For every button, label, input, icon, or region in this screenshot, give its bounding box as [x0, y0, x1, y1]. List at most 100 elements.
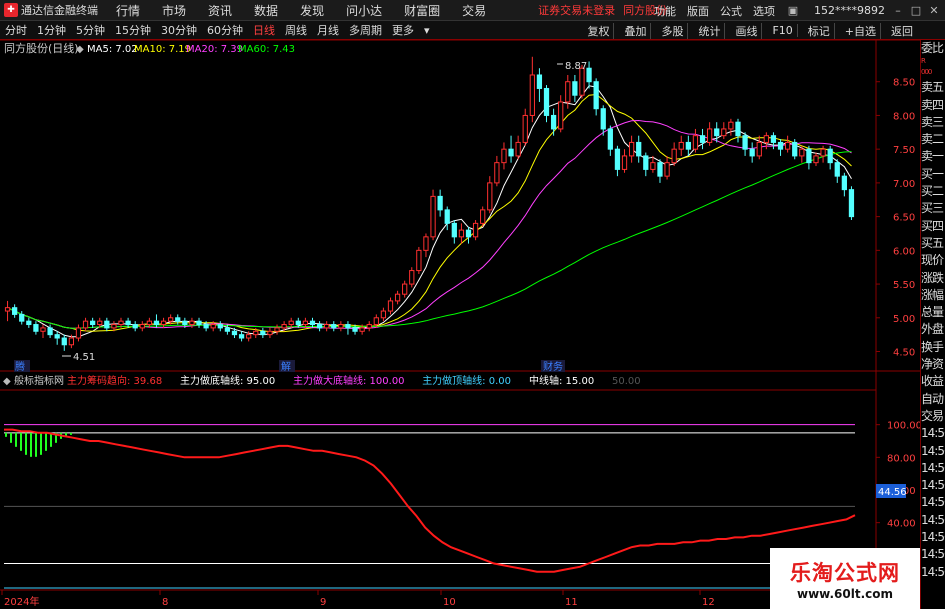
- event-marker-finance[interactable]: 财务: [543, 360, 563, 373]
- close-icon[interactable]: ✕: [927, 4, 941, 18]
- event-marker-tang[interactable]: 腾: [15, 360, 25, 373]
- candle-body: [706, 128, 713, 143]
- period-more[interactable]: 更多: [390, 22, 416, 38]
- candle-body: [260, 330, 266, 336]
- candle: [678, 135, 684, 156]
- ma5-line: [7, 85, 852, 338]
- candle-body: [806, 148, 812, 164]
- ma5-label: MA5: 7.02: [87, 44, 138, 55]
- menu-layout[interactable]: 版面: [687, 3, 709, 19]
- quote-lower-item: 14:56: [921, 460, 945, 475]
- candle: [508, 135, 514, 163]
- quote-lower-item: 14:56: [921, 530, 945, 545]
- candle-body: [636, 141, 642, 157]
- more-dropdown-icon[interactable]: ▾: [422, 24, 432, 37]
- indicator-legend-item: 中线轴: 15.00: [529, 374, 594, 387]
- candle-body: [685, 141, 691, 150]
- candle-body: [253, 330, 259, 336]
- event-marker-unlock[interactable]: 解: [281, 360, 291, 373]
- candle-body: [487, 182, 493, 211]
- tool-f10[interactable]: F10: [768, 24, 798, 37]
- candle-body: [735, 121, 741, 137]
- menu-formula[interactable]: 公式: [720, 3, 742, 19]
- tool-draw[interactable]: 画线: [731, 22, 763, 39]
- quote-small-label: 000: [921, 68, 932, 77]
- candle: [558, 95, 564, 133]
- period-30min[interactable]: 30分钟: [159, 22, 199, 38]
- period-weekly[interactable]: 周线: [283, 22, 309, 38]
- period-daily[interactable]: 日线: [251, 22, 277, 38]
- maximize-icon[interactable]: □: [909, 4, 923, 18]
- candle-body: [480, 209, 486, 224]
- indicator-trend-line: [4, 428, 856, 573]
- watermark-title: 乐淘公式网: [790, 560, 900, 585]
- candle: [366, 321, 372, 332]
- menu-options[interactable]: 选项: [753, 3, 775, 19]
- indicator-settings-icon[interactable]: ◆: [3, 376, 11, 387]
- tool-multistock[interactable]: 多股: [657, 22, 689, 39]
- period-multi[interactable]: 多周期: [347, 22, 384, 38]
- candle-body: [416, 249, 422, 272]
- period-1min[interactable]: 1分钟: [35, 22, 68, 38]
- candle-body: [210, 324, 216, 329]
- menu-trade[interactable]: 交易: [462, 2, 486, 19]
- candle: [260, 327, 266, 339]
- tool-adjust[interactable]: 复权: [583, 22, 615, 39]
- quote-label: 现价: [921, 253, 944, 268]
- menu-market[interactable]: 市场: [162, 2, 186, 19]
- candle-body: [550, 114, 557, 130]
- candle-body: [146, 320, 153, 326]
- candle-body: [111, 324, 117, 329]
- period-15min[interactable]: 15分钟: [113, 22, 153, 38]
- indicator-tick-label: 40.00: [887, 519, 916, 530]
- candle: [515, 135, 521, 160]
- tool-back[interactable]: 返回: [887, 23, 917, 39]
- menu-data[interactable]: 数据: [254, 2, 278, 19]
- menu-quotes[interactable]: 行情: [116, 2, 140, 19]
- broker-login-status[interactable]: 证券交易未登录: [538, 2, 615, 18]
- price-tick-label: 8.00: [893, 111, 915, 122]
- quote-label: 买三: [921, 201, 944, 216]
- period-60min[interactable]: 60分钟: [205, 22, 245, 38]
- candle-body: [813, 155, 819, 164]
- quote-label: 买四: [921, 218, 944, 233]
- chart-area[interactable]: 8.50 8.00 7.50 7.00 6.50 6.00 5.50 5.00 4.50 同方股…: [0, 40, 920, 609]
- period-intraday[interactable]: 分时: [3, 22, 29, 38]
- price-tick-label: 6.50: [893, 213, 915, 224]
- candle-body: [231, 330, 238, 336]
- candle-body: [423, 236, 429, 251]
- candle: [472, 219, 479, 241]
- candle: [607, 125, 613, 156]
- candle-body: [458, 229, 465, 238]
- menu-function[interactable]: 功能: [654, 3, 676, 19]
- ma-settings-icon[interactable]: ◆: [76, 44, 84, 55]
- candle-body: [451, 222, 457, 238]
- tool-stats[interactable]: 统计: [694, 22, 726, 39]
- minimize-icon[interactable]: –: [891, 4, 905, 18]
- tool-overlay[interactable]: 叠加: [620, 22, 652, 39]
- candle-body: [792, 141, 798, 157]
- candle: [543, 85, 550, 123]
- candle: [586, 61, 592, 89]
- candle: [437, 189, 443, 217]
- tool-add-watchlist[interactable]: +自选: [841, 22, 881, 39]
- quote-lower-item: 14:56: [921, 478, 945, 493]
- watermark: 乐淘公式网 www.60lt.com: [770, 548, 920, 609]
- candle-body: [529, 74, 535, 116]
- candle: [806, 145, 812, 170]
- period-5min[interactable]: 5分钟: [74, 22, 107, 38]
- menu-ask[interactable]: 问小达: [346, 2, 382, 19]
- user-id[interactable]: 152****9892: [814, 4, 885, 17]
- candle-body: [607, 128, 613, 150]
- candle-body: [841, 175, 847, 191]
- indicator-level-lines: [4, 424, 855, 589]
- candle: [324, 321, 330, 332]
- tool-mark[interactable]: 标记: [804, 22, 835, 39]
- candle-body: [12, 307, 18, 315]
- menu-wealth[interactable]: 财富圈: [404, 2, 440, 19]
- menu-news[interactable]: 资讯: [208, 2, 232, 19]
- skin-icon[interactable]: ▣: [786, 4, 800, 18]
- menu-discover[interactable]: 发现: [300, 2, 324, 19]
- period-monthly[interactable]: 月线: [315, 22, 341, 38]
- indicator-tick-label: 80.00: [887, 453, 916, 464]
